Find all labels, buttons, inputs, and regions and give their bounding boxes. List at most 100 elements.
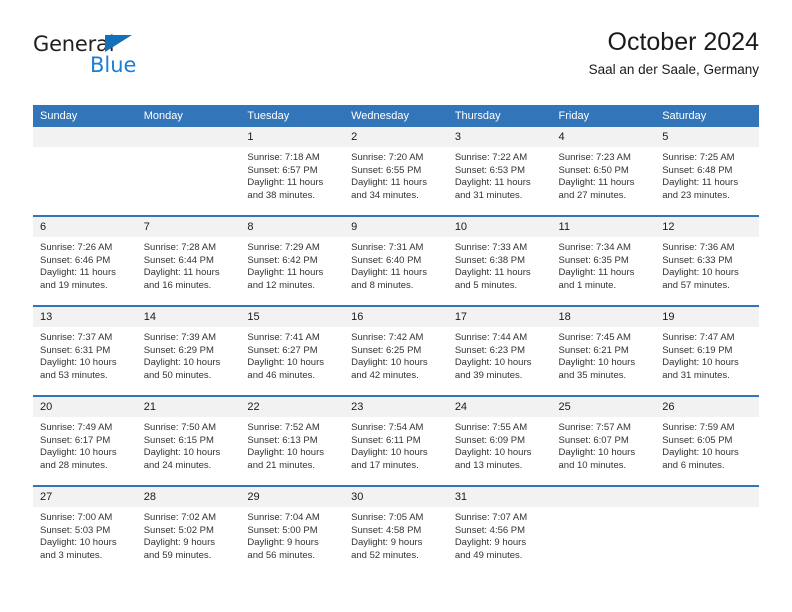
day-details [137,147,241,152]
day-cell[interactable]: 14 Sunrise: 7:39 AM Sunset: 6:29 PM Dayl… [136,305,241,396]
day-details: Sunrise: 7:22 AM Sunset: 6:53 PM Dayligh… [448,147,552,202]
day-number: 21 [136,397,241,417]
day-number: 6 [33,217,137,237]
daylight-text-line2: and 38 minutes. [247,189,316,201]
day-number: 8 [240,217,345,237]
daylight-text-line2: and 12 minutes. [247,279,316,291]
day-details: Sunrise: 7:50 AM Sunset: 6:15 PM Dayligh… [137,417,241,472]
daylight-text-line2: and 24 minutes. [143,459,212,471]
sunrise-text: Sunrise: 7:25 AM [662,152,735,163]
week-row: 1 Sunrise: 7:18 AM Sunset: 6:57 PM Dayli… [33,127,759,216]
day-details: Sunrise: 7:54 AM Sunset: 6:11 PM Dayligh… [344,417,448,472]
day-cell[interactable]: 17 Sunrise: 7:44 AM Sunset: 6:23 PM Dayl… [447,305,552,396]
day-number: 5 [655,127,759,147]
sunset-text: Sunset: 6:25 PM [351,344,422,356]
day-details: Sunrise: 7:20 AM Sunset: 6:55 PM Dayligh… [344,147,448,202]
day-cell[interactable] [655,485,759,575]
day-cell[interactable]: 20 Sunrise: 7:49 AM Sunset: 6:17 PM Dayl… [33,395,137,486]
day-cell[interactable]: 18 Sunrise: 7:45 AM Sunset: 6:21 PM Dayl… [551,305,656,396]
sunrise-text: Sunrise: 7:02 AM [143,512,217,523]
logo-text-blue: Blue [90,53,137,77]
day-cell[interactable]: 8 Sunrise: 7:29 AM Sunset: 6:42 PM Dayli… [240,215,345,306]
weekday-header-saturday: Saturday [655,105,759,127]
sunset-text: Sunset: 6:48 PM [662,164,733,176]
calendar-page: General Blue October 2024 Saal an der Sa… [0,0,792,612]
daylight-text-line1: Daylight: 10 hours [662,447,739,459]
day-cell[interactable]: 7 Sunrise: 7:28 AM Sunset: 6:44 PM Dayli… [136,215,241,306]
day-cell[interactable]: 21 Sunrise: 7:50 AM Sunset: 6:15 PM Dayl… [136,395,241,486]
day-number: 19 [655,307,759,327]
sunrise-text: Sunrise: 7:23 AM [558,152,631,163]
day-cell[interactable] [136,127,241,216]
day-number: 20 [33,397,137,417]
sunrise-text: Sunrise: 7:55 AM [454,422,528,433]
day-cell[interactable]: 6 Sunrise: 7:26 AM Sunset: 6:46 PM Dayli… [33,215,137,306]
sunrise-text: Sunrise: 7:04 AM [247,512,320,523]
day-cell[interactable]: 12 Sunrise: 7:36 AM Sunset: 6:33 PM Dayl… [655,215,759,306]
day-cell[interactable]: 16 Sunrise: 7:42 AM Sunset: 6:25 PM Dayl… [344,305,448,396]
sunrise-text: Sunrise: 7:33 AM [454,242,528,253]
day-details: Sunrise: 7:02 AM Sunset: 5:02 PM Dayligh… [137,507,241,562]
day-number: 1 [240,127,345,147]
day-cell[interactable]: 24 Sunrise: 7:55 AM Sunset: 6:09 PM Dayl… [447,395,552,486]
daylight-text-line2: and 16 minutes. [143,279,212,291]
day-number: 4 [551,127,656,147]
daylight-text-line2: and 56 minutes. [247,549,316,561]
daylight-text-line1: Daylight: 11 hours [454,177,531,189]
day-details: Sunrise: 7:41 AM Sunset: 6:27 PM Dayligh… [240,327,344,382]
day-number: 17 [447,307,552,327]
weekday-header-friday: Friday [551,105,656,127]
day-cell[interactable]: 25 Sunrise: 7:57 AM Sunset: 6:07 PM Dayl… [551,395,656,486]
day-details: Sunrise: 7:04 AM Sunset: 5:00 PM Dayligh… [240,507,344,562]
daylight-text-line1: Daylight: 10 hours [351,447,428,459]
day-details: Sunrise: 7:28 AM Sunset: 6:44 PM Dayligh… [137,237,241,292]
sunset-text: Sunset: 6:05 PM [662,434,733,446]
day-number: 26 [655,397,759,417]
sunrise-text: Sunrise: 7:47 AM [662,332,735,343]
daylight-text-line1: Daylight: 10 hours [247,357,324,369]
day-number: 3 [447,127,552,147]
day-cell[interactable]: 15 Sunrise: 7:41 AM Sunset: 6:27 PM Dayl… [240,305,345,396]
sunrise-text: Sunrise: 7:18 AM [247,152,320,163]
sunrise-text: Sunrise: 7:07 AM [454,512,528,523]
day-cell[interactable] [33,127,137,216]
day-details: Sunrise: 7:36 AM Sunset: 6:33 PM Dayligh… [655,237,759,292]
day-cell[interactable]: 29 Sunrise: 7:04 AM Sunset: 5:00 PM Dayl… [240,485,345,575]
daylight-text-line2: and 34 minutes. [351,189,419,201]
day-cell[interactable]: 5 Sunrise: 7:25 AM Sunset: 6:48 PM Dayli… [655,127,759,216]
day-number [551,487,656,507]
sunset-text: Sunset: 6:23 PM [454,344,526,356]
day-cell[interactable]: 10 Sunrise: 7:33 AM Sunset: 6:38 PM Dayl… [447,215,552,306]
sunrise-text: Sunrise: 7:54 AM [351,422,424,433]
sunrise-text: Sunrise: 7:42 AM [351,332,424,343]
daylight-text-line2: and 57 minutes. [662,279,730,291]
daylight-text-line2: and 17 minutes. [351,459,419,471]
day-cell[interactable]: 31 Sunrise: 7:07 AM Sunset: 4:56 PM Dayl… [447,485,552,575]
day-cell[interactable]: 3 Sunrise: 7:22 AM Sunset: 6:53 PM Dayli… [447,127,552,216]
day-details: Sunrise: 7:45 AM Sunset: 6:21 PM Dayligh… [552,327,656,382]
day-cell[interactable]: 13 Sunrise: 7:37 AM Sunset: 6:31 PM Dayl… [33,305,137,396]
daylight-text-line1: Daylight: 11 hours [247,177,324,189]
day-details: Sunrise: 7:37 AM Sunset: 6:31 PM Dayligh… [33,327,137,382]
day-cell[interactable]: 22 Sunrise: 7:52 AM Sunset: 6:13 PM Dayl… [240,395,345,486]
day-details: Sunrise: 7:25 AM Sunset: 6:48 PM Dayligh… [655,147,759,202]
day-cell[interactable]: 2 Sunrise: 7:20 AM Sunset: 6:55 PM Dayli… [344,127,448,216]
day-cell[interactable]: 23 Sunrise: 7:54 AM Sunset: 6:11 PM Dayl… [344,395,448,486]
day-cell[interactable]: 19 Sunrise: 7:47 AM Sunset: 6:19 PM Dayl… [655,305,759,396]
day-cell[interactable] [551,485,656,575]
day-cell[interactable]: 4 Sunrise: 7:23 AM Sunset: 6:50 PM Dayli… [551,127,656,216]
day-cell[interactable]: 30 Sunrise: 7:05 AM Sunset: 4:58 PM Dayl… [344,485,448,575]
sunrise-text: Sunrise: 7:45 AM [558,332,631,343]
day-cell[interactable]: 28 Sunrise: 7:02 AM Sunset: 5:02 PM Dayl… [136,485,241,575]
daylight-text-line1: Daylight: 10 hours [662,357,739,369]
sunrise-text: Sunrise: 7:50 AM [143,422,217,433]
sunrise-text: Sunrise: 7:49 AM [40,422,113,433]
sunset-text: Sunset: 6:42 PM [247,254,318,266]
day-cell[interactable]: 26 Sunrise: 7:59 AM Sunset: 6:05 PM Dayl… [655,395,759,486]
sunrise-text: Sunrise: 7:36 AM [662,242,735,253]
day-cell[interactable]: 9 Sunrise: 7:31 AM Sunset: 6:40 PM Dayli… [344,215,448,306]
day-cell[interactable]: 11 Sunrise: 7:34 AM Sunset: 6:35 PM Dayl… [551,215,656,306]
day-cell[interactable]: 1 Sunrise: 7:18 AM Sunset: 6:57 PM Dayli… [240,127,345,216]
day-cell[interactable]: 27 Sunrise: 7:00 AM Sunset: 5:03 PM Dayl… [33,485,137,575]
triangle-flag-icon [105,35,132,52]
